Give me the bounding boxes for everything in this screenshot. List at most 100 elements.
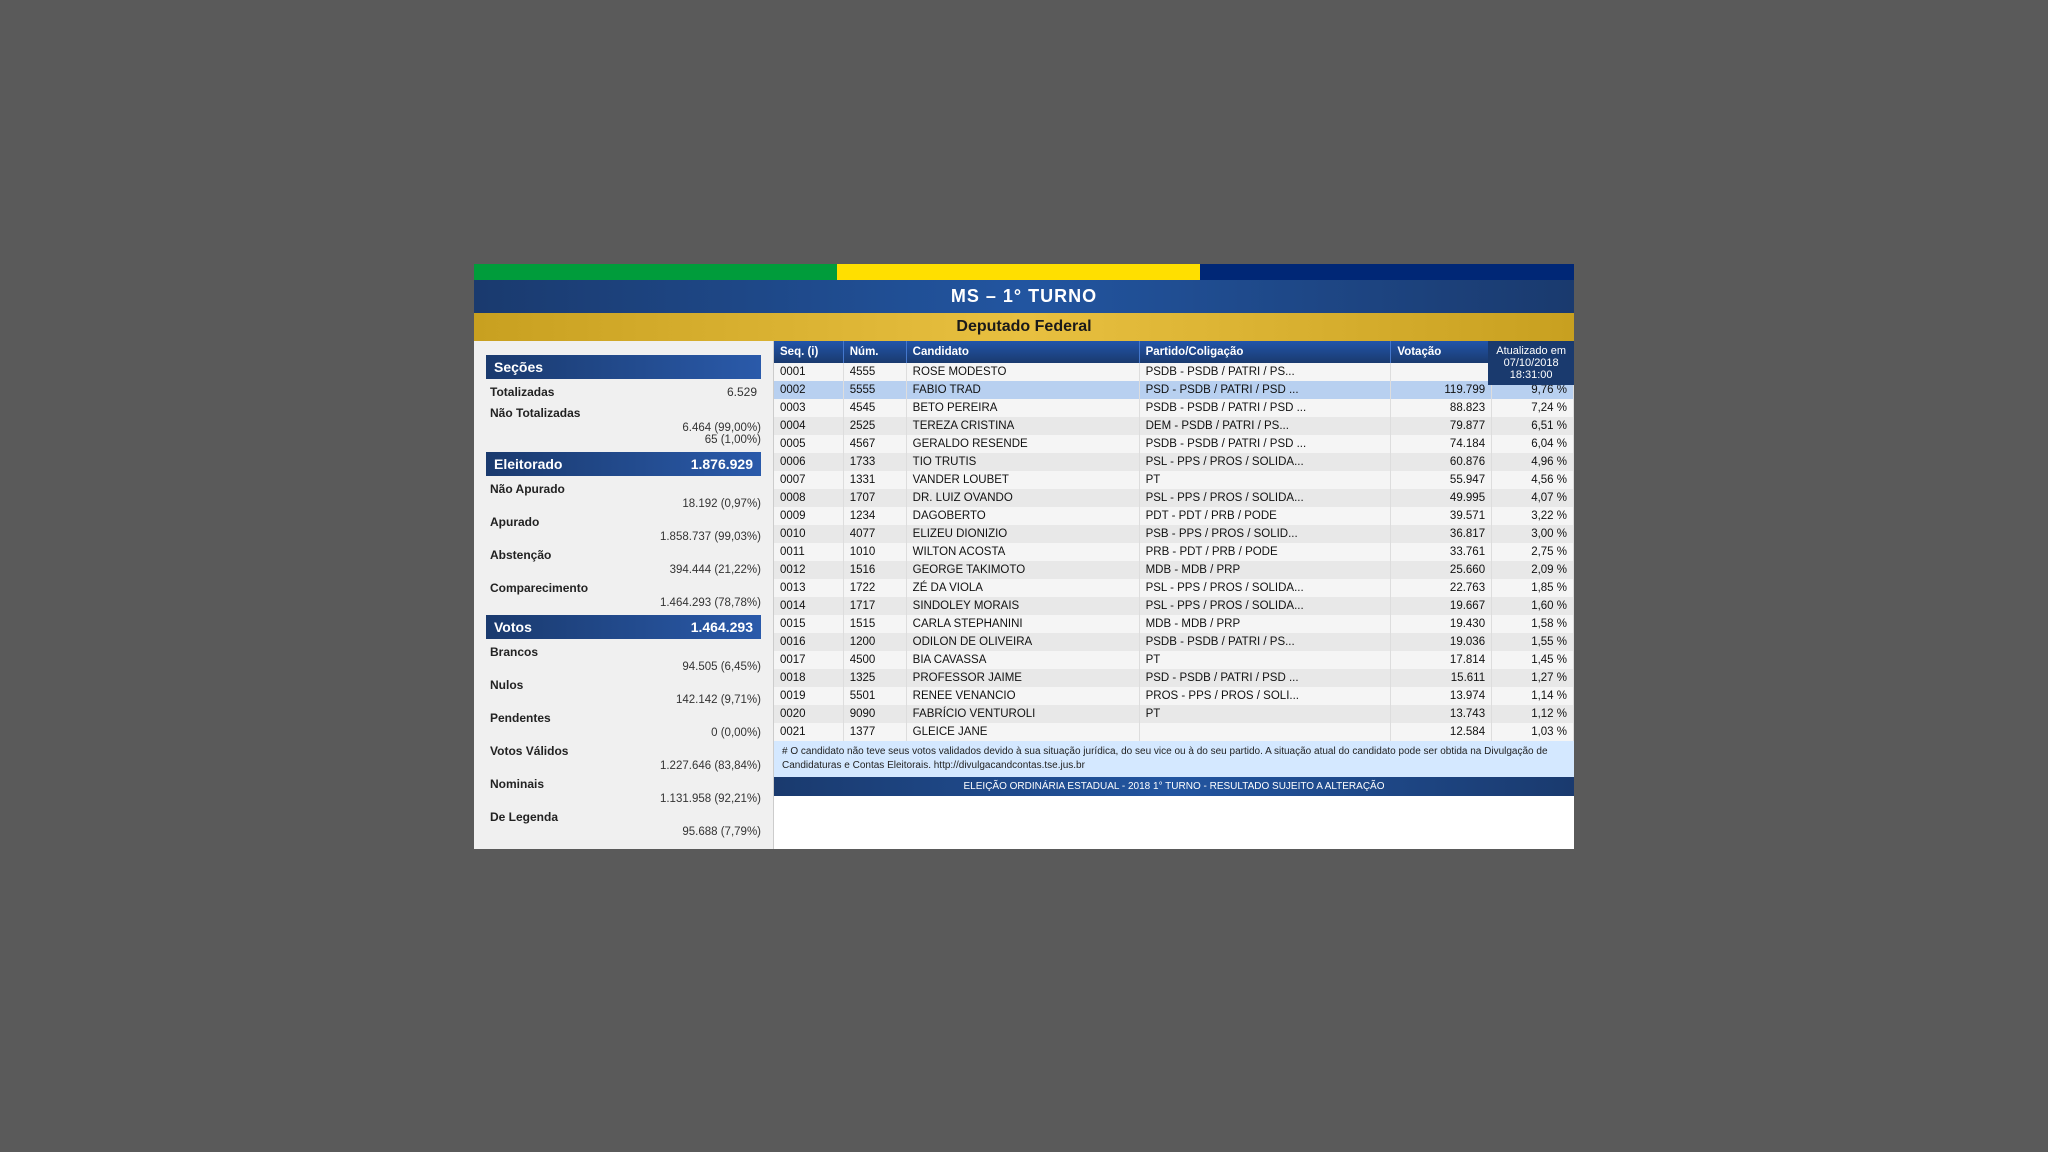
table-cell: 1234 — [843, 507, 906, 525]
table-cell: PSL - PPS / PROS / SOLIDA... — [1139, 489, 1391, 507]
left-panel: Seções Totalizadas 6.529 Não Totalizadas… — [474, 341, 774, 849]
table-cell: DR. LUIZ OVANDO — [906, 489, 1139, 507]
update-date: 07/10/2018 — [1496, 357, 1566, 369]
abstencao-label: Abstenção — [490, 548, 551, 562]
table-cell: 5501 — [843, 687, 906, 705]
table-cell: 0020 — [774, 705, 843, 723]
table-row: 00181325PROFESSOR JAIMEPSD - PSDB / PATR… — [774, 669, 1574, 687]
table-cell: 25.660 — [1391, 561, 1492, 579]
table-cell: PSDB - PSDB / PATRI / PS... — [1139, 363, 1391, 381]
table-cell: MDB - MDB / PRP — [1139, 561, 1391, 579]
table-cell: 39.571 — [1391, 507, 1492, 525]
abstencao-value: 394.444 (21,22%) — [486, 564, 761, 576]
header-title: MS – 1° TURNO — [474, 280, 1574, 313]
table-row: 00111010WILTON ACOSTAPRB - PDT / PRB / P… — [774, 543, 1574, 561]
table-cell: ODILON DE OLIVEIRA — [906, 633, 1139, 651]
table-cell: PSD - PSDB / PATRI / PSD ... — [1139, 669, 1391, 687]
table-cell: 1325 — [843, 669, 906, 687]
table-cell: PSB - PPS / PROS / SOLID... — [1139, 525, 1391, 543]
apurado-block: Apurado 1.858.737 (99,03%) — [486, 513, 761, 543]
table-cell: 9090 — [843, 705, 906, 723]
table-cell: 0002 — [774, 381, 843, 399]
votos-validos-block: Votos Válidos 1.227.646 (83,84%) — [486, 742, 761, 772]
update-box: Atualizado em 07/10/2018 18:31:00 — [1488, 341, 1574, 385]
table-cell: 1,03 % — [1492, 723, 1574, 741]
table-cell: 0009 — [774, 507, 843, 525]
table-cell: PROS - PPS / PROS / SOLI... — [1139, 687, 1391, 705]
table-cell: BETO PEREIRA — [906, 399, 1139, 417]
table-cell: ZÉ DA VIOLA — [906, 579, 1139, 597]
de-legenda-value: 95.688 (7,79%) — [486, 826, 761, 838]
table-cell: 1,45 % — [1492, 651, 1574, 669]
screen-container: MS – 1° TURNO Deputado Federal Seções To… — [474, 264, 1574, 849]
nao-totalizadas-label: Não Totalizadas — [490, 406, 580, 420]
nao-totalizadas-block: Não Totalizadas 6.464 (99,00%) 65 (1,00%… — [486, 404, 761, 446]
votos-title: Votos 1.464.293 — [486, 615, 761, 639]
table-cell: MDB - MDB / PRP — [1139, 615, 1391, 633]
table-cell: VANDER LOUBET — [906, 471, 1139, 489]
table-cell: 0001 — [774, 363, 843, 381]
table-cell: 4567 — [843, 435, 906, 453]
table-row: 00042525TEREZA CRISTINADEM - PSDB / PATR… — [774, 417, 1574, 435]
table-cell: 1707 — [843, 489, 906, 507]
table-row: 00195501RENEE VENANCIOPROS - PPS / PROS … — [774, 687, 1574, 705]
table-cell: PSDB - PSDB / PATRI / PSD ... — [1139, 399, 1391, 417]
table-cell: 0018 — [774, 669, 843, 687]
table-cell: 5555 — [843, 381, 906, 399]
flag-bar — [474, 264, 1574, 280]
table-cell: 1010 — [843, 543, 906, 561]
table-cell: 1,12 % — [1492, 705, 1574, 723]
nulos-label: Nulos — [490, 678, 523, 692]
table-cell: PRB - PDT / PRB / PODE — [1139, 543, 1391, 561]
nao-apurado-value: 18.192 (0,97%) — [486, 498, 761, 510]
table-header-row: Seq. (i) Núm. Candidato Partido/Coligaçã… — [774, 341, 1574, 363]
table-cell: 4,96 % — [1492, 453, 1574, 471]
pendentes-value: 0 (0,00%) — [486, 727, 761, 739]
nao-apurado-label: Não Apurado — [490, 482, 565, 496]
col-cand-header: Candidato — [906, 341, 1139, 363]
table-cell: PT — [1139, 705, 1391, 723]
table-cell: 0006 — [774, 453, 843, 471]
table-cell: 0013 — [774, 579, 843, 597]
table-cell: 55.947 — [1391, 471, 1492, 489]
table-row: 00071331VANDER LOUBETPT55.9474,56 % — [774, 471, 1574, 489]
table-cell: 13.743 — [1391, 705, 1492, 723]
table-cell — [1391, 363, 1492, 381]
table-cell: 0011 — [774, 543, 843, 561]
pendentes-label: Pendentes — [490, 711, 551, 725]
table-row: 00209090FABRÍCIO VENTUROLIPT13.7431,12 % — [774, 705, 1574, 723]
totalizadas-block: Totalizadas 6.529 — [486, 383, 761, 401]
table-cell: 0003 — [774, 399, 843, 417]
table-row: 00061733TIO TRUTISPSL - PPS / PROS / SOL… — [774, 453, 1574, 471]
table-cell: 36.817 — [1391, 525, 1492, 543]
table-row: 00025555FABIO TRADPSD - PSDB / PATRI / P… — [774, 381, 1574, 399]
table-row: 00141717SINDOLEY MORAISPSL - PPS / PROS … — [774, 597, 1574, 615]
table-cell: 7,24 % — [1492, 399, 1574, 417]
table-cell: 1,27 % — [1492, 669, 1574, 687]
footer-bottom: ELEIÇÃO ORDINÁRIA ESTADUAL - 2018 1° TUR… — [774, 777, 1574, 796]
table-cell: 60.876 — [1391, 453, 1492, 471]
table-cell: 2,09 % — [1492, 561, 1574, 579]
table-cell: PSL - PPS / PROS / SOLIDA... — [1139, 597, 1391, 615]
table-cell: 19.430 — [1391, 615, 1492, 633]
table-cell: PT — [1139, 651, 1391, 669]
table-cell: FABIO TRAD — [906, 381, 1139, 399]
table-cell: WILTON ACOSTA — [906, 543, 1139, 561]
table-cell: TIO TRUTIS — [906, 453, 1139, 471]
table-cell: 13.974 — [1391, 687, 1492, 705]
table-cell: 49.995 — [1391, 489, 1492, 507]
totalizadas-label: Totalizadas — [490, 385, 554, 399]
table-cell: PSL - PPS / PROS / SOLIDA... — [1139, 579, 1391, 597]
table-cell: 4545 — [843, 399, 906, 417]
table-cell: PROFESSOR JAIME — [906, 669, 1139, 687]
table-cell: 0014 — [774, 597, 843, 615]
table-row: 00131722ZÉ DA VIOLAPSL - PPS / PROS / SO… — [774, 579, 1574, 597]
de-legenda-block: De Legenda 95.688 (7,79%) — [486, 808, 761, 838]
table-row: 00174500BIA CAVASSAPT17.8141,45 % — [774, 651, 1574, 669]
comparecimento-value: 1.464.293 (78,78%) — [486, 597, 761, 609]
comparecimento-label: Comparecimento — [490, 581, 588, 595]
table-cell: 0016 — [774, 633, 843, 651]
table-row: 00151515CARLA STEPHANINIMDB - MDB / PRP1… — [774, 615, 1574, 633]
table-cell: ELIZEU DIONIZIO — [906, 525, 1139, 543]
table-cell: 33.761 — [1391, 543, 1492, 561]
